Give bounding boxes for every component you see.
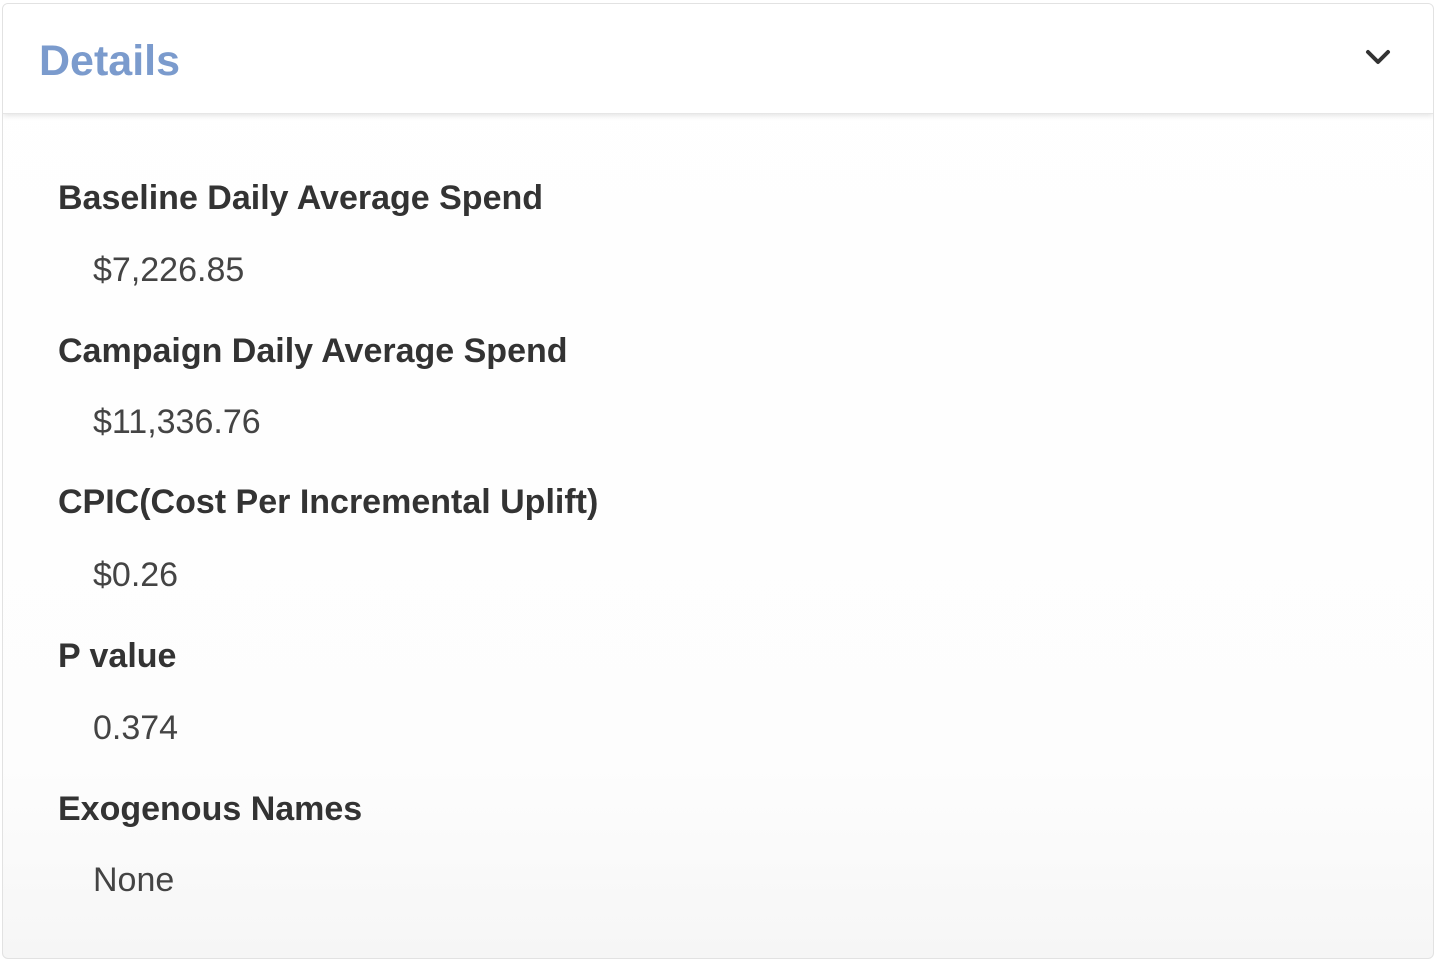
details-panel: Details Baseline Daily Average Spend $7,… [2,3,1434,959]
field-label-cpic: CPIC(Cost Per Incremental Uplift) [58,483,599,521]
field-label-p-value: P value [58,637,177,675]
field-value-campaign-spend: $11,336.76 [93,403,261,441]
panel-header[interactable]: Details [3,4,1433,114]
chevron-down-icon [1365,48,1391,71]
field-label-baseline-spend: Baseline Daily Average Spend [58,179,544,217]
field-label-exogenous-names: Exogenous Names [58,790,363,828]
collapse-toggle-button[interactable] [1361,42,1395,76]
field-value-cpic: $0.26 [93,556,179,594]
field-value-exogenous-names: None [93,861,175,899]
field-value-p-value: 0.374 [93,709,179,747]
field-label-campaign-spend: Campaign Daily Average Spend [58,332,568,370]
panel-title: Details [39,37,181,85]
field-value-baseline-spend: $7,226.85 [93,251,245,289]
